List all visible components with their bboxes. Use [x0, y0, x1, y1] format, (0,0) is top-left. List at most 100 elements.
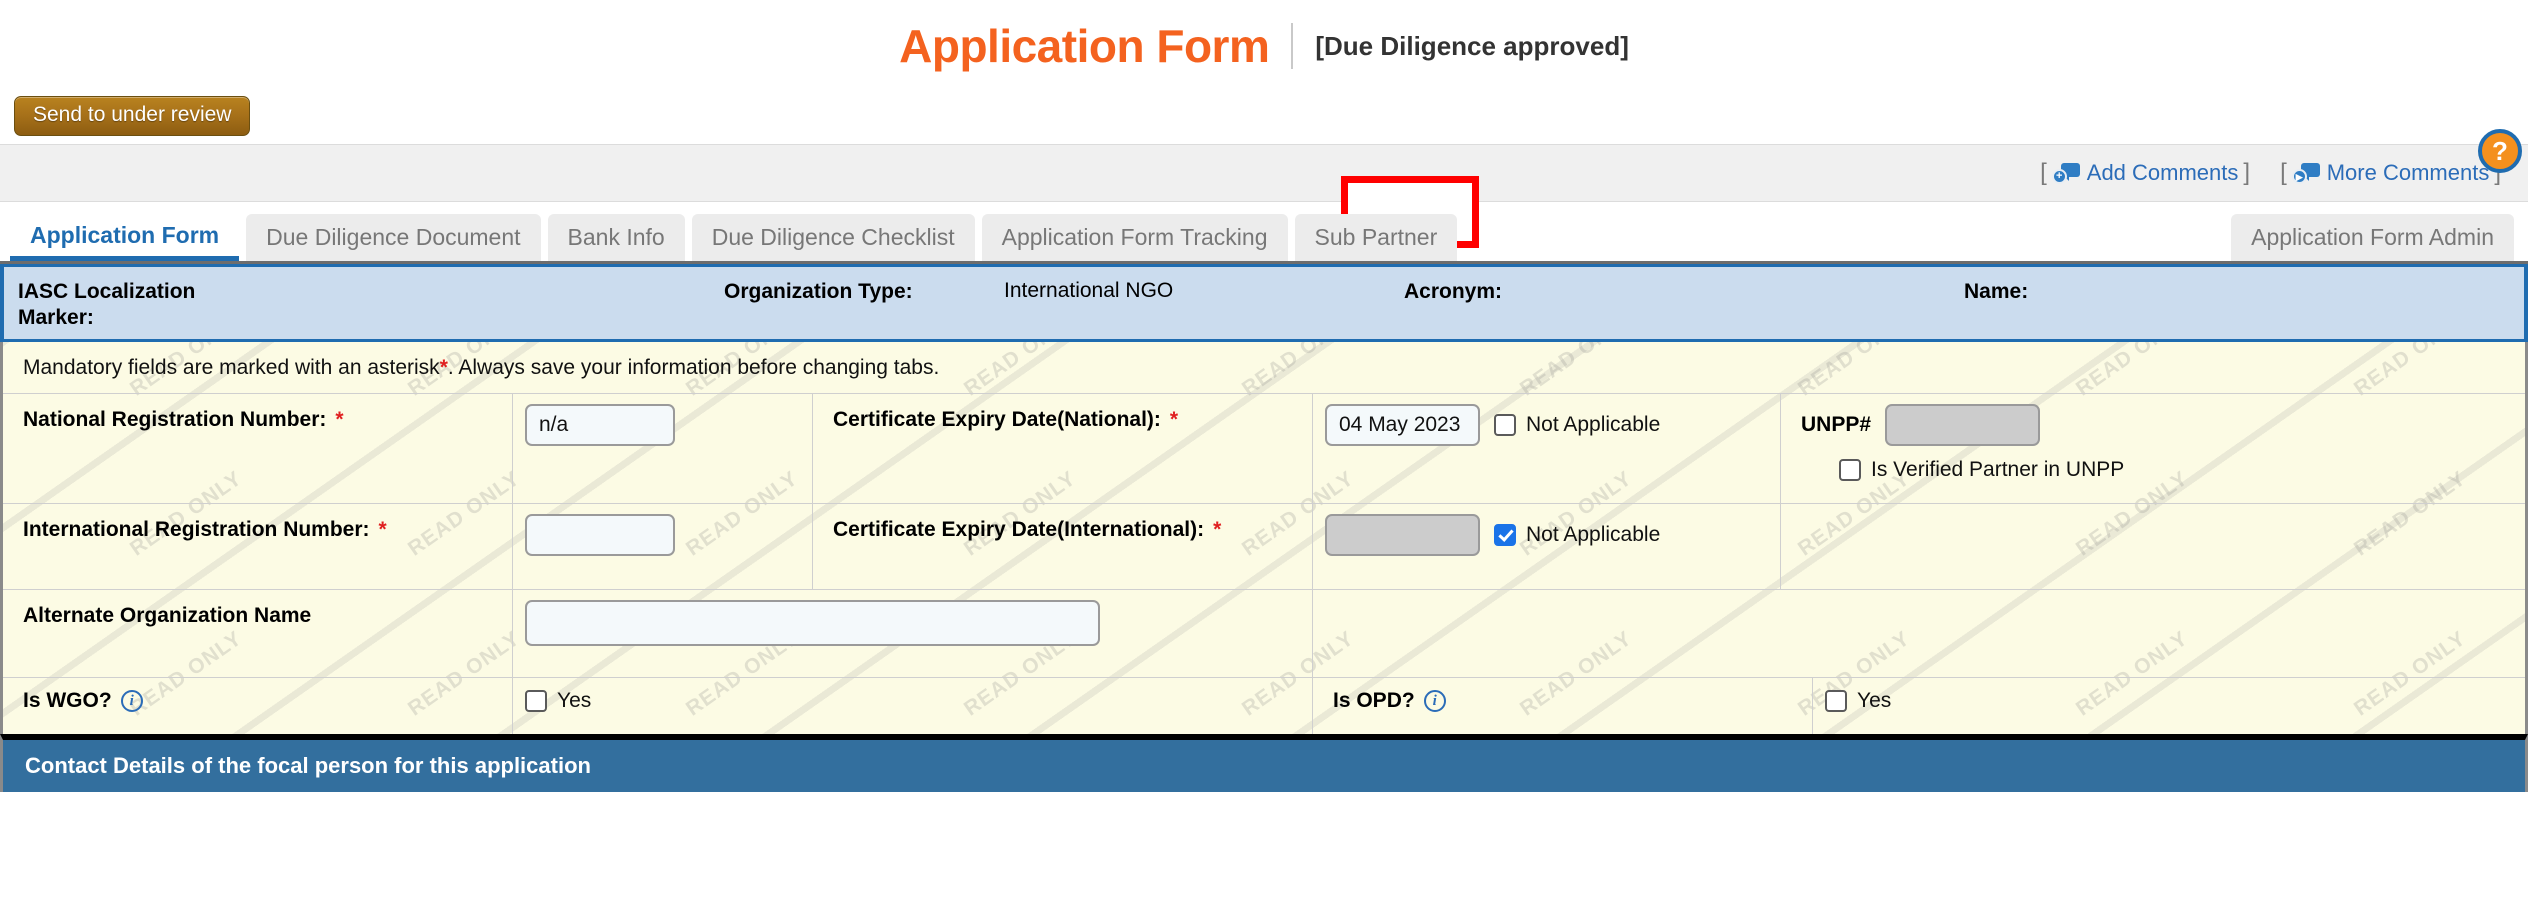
note-suffix: . Always save your information before ch… [447, 355, 940, 379]
alternate-org-name-label-cell: Alternate Organization Name [3, 590, 513, 677]
is-wgo-label: Is WGO? i [23, 689, 143, 713]
more-comments-link[interactable]: ▶ More Comments [2291, 160, 2490, 186]
unpp-number-input[interactable] [1885, 404, 2041, 446]
bracket-close: ] [2243, 159, 2251, 186]
tab-bar: Application Form Due Diligence Document … [0, 176, 2528, 264]
iasc-localization-marker-cell: IASC Localization Marker: [4, 279, 724, 332]
bracket-open-2: [ [2280, 159, 2287, 186]
cert-expiry-international-not-applicable-checkbox[interactable]: Not Applicable [1494, 514, 1660, 547]
add-comments-group: [ + Add Comments ] [2035, 159, 2255, 187]
contact-details-section-header: Contact Details of the focal person for … [0, 734, 2528, 792]
is-opd-label-cell: Is OPD? i [1313, 678, 1813, 734]
tab-bank-info[interactable]: Bank Info [547, 213, 685, 261]
tab-application-form[interactable]: Application Form [10, 212, 240, 261]
cert-expiry-international-not-applicable-box[interactable] [1494, 524, 1516, 546]
form-row-international-registration: International Registration Number: * Cert… [3, 504, 2525, 590]
note-asterisk: * [439, 355, 448, 379]
is-wgo-info-icon[interactable]: i [120, 690, 143, 712]
is-wgo-text: Is WGO? [23, 689, 112, 712]
certificate-expiry-national-input[interactable] [1325, 404, 1480, 446]
add-comment-icon: + [2051, 162, 2080, 184]
national-registration-number-input[interactable] [525, 404, 675, 446]
add-comment-badge-glyph: + [2051, 169, 2067, 184]
cert-expiry-international-not-applicable-label: Not Applicable [1526, 523, 1661, 546]
form-row-alternate-org-name: Alternate Organization Name [3, 590, 2525, 678]
certificate-expiry-national-required-asterisk: * [1169, 408, 1179, 431]
iasc-localization-marker-label: IASC Localization Marker: [18, 280, 196, 330]
is-verified-partner-unpp-checkbox[interactable]: Is Verified Partner in UNPP [1839, 458, 2124, 482]
certificate-expiry-international-text: Certificate Expiry Date(International): [833, 518, 1205, 541]
mandatory-fields-note: Mandatory fields are marked with an aste… [3, 342, 2525, 394]
tab-due-diligence-checklist[interactable]: Due Diligence Checklist [691, 213, 975, 261]
cert-expiry-national-value-cell: Not Applicable [1313, 394, 1781, 503]
certificate-expiry-international-label: Certificate Expiry Date(International): * [833, 518, 1221, 542]
international-registration-number-input[interactable] [525, 514, 675, 556]
page-title-bar: Application Form [Due Diligence approved… [0, 0, 2528, 92]
form-row-wgo-opd: Is WGO? i Yes Is OPD? i Yes [3, 678, 2525, 734]
bracket-open: [ [2040, 159, 2047, 186]
national-registration-number-text: National Registration Number: [23, 408, 327, 431]
is-opd-info-icon[interactable]: i [1423, 690, 1446, 712]
cert-expiry-international-value-cell: Not Applicable [1313, 504, 1781, 589]
help-icon[interactable]: ? [2478, 129, 2522, 173]
cert-expiry-national-not-applicable-checkbox[interactable]: Not Applicable [1494, 404, 1660, 437]
is-opd-value-cell: Yes [1813, 678, 2525, 734]
more-comment-badge-glyph: ▶ [2291, 169, 2307, 184]
certificate-expiry-international-required-asterisk: * [1213, 518, 1222, 541]
acronym-label: Acronym: [1404, 280, 1503, 303]
certificate-expiry-national-label: Certificate Expiry Date(National): * [833, 408, 1178, 432]
is-opd-text: Is OPD? [1333, 689, 1415, 712]
organization-type-label: Organization Type: [724, 280, 913, 303]
acronym-cell: Acronym: [1404, 279, 1964, 305]
certificate-expiry-international-input[interactable] [1325, 514, 1480, 556]
send-to-under-review-button[interactable]: Send to under review [14, 96, 251, 137]
is-wgo-yes-label: Yes [557, 689, 592, 712]
cert-expiry-international-label-cell: Certificate Expiry Date(International): * [813, 504, 1313, 589]
form-row-national-registration: National Registration Number: * Certifica… [3, 394, 2525, 504]
more-comments-label: More Comments [2326, 160, 2490, 185]
international-registration-label-cell: International Registration Number: * [3, 504, 513, 589]
national-registration-label-cell: National Registration Number: * [3, 394, 513, 503]
more-comments-group: [ ▶ More Comments ] [2275, 159, 2506, 187]
alternate-org-name-value-cell [513, 590, 1313, 677]
alternate-organization-name-label: Alternate Organization Name [23, 604, 312, 627]
national-registration-number-label: National Registration Number: * [23, 408, 344, 432]
international-registration-required-asterisk: * [378, 518, 387, 541]
action-toolbar: Send to under review [0, 92, 2528, 144]
cert-expiry-national-not-applicable-box[interactable] [1494, 414, 1516, 436]
alternate-organization-name-input[interactable] [525, 600, 1100, 646]
add-comments-label: Add Comments [2086, 160, 2239, 185]
international-registration-number-text: International Registration Number: [23, 518, 370, 541]
is-wgo-yes-checkbox[interactable]: Yes [525, 689, 591, 713]
note-prefix: Mandatory fields are marked with an aste… [23, 355, 440, 379]
organization-summary-band: IASC Localization Marker: Organization T… [0, 264, 2528, 342]
more-comment-icon: ▶ [2291, 162, 2320, 184]
is-opd-label: Is OPD? i [1333, 689, 1446, 713]
national-registration-value-cell [513, 394, 813, 503]
cert-expiry-national-label-cell: Certificate Expiry Date(National): * [813, 394, 1313, 503]
status-badge: [Due Diligence approved] [1315, 30, 1629, 61]
is-opd-yes-label: Yes [1857, 689, 1892, 712]
is-opd-yes-checkbox[interactable]: Yes [1825, 689, 1891, 713]
tab-application-form-tracking[interactable]: Application Form Tracking [981, 213, 1288, 261]
certificate-expiry-national-text: Certificate Expiry Date(National): [833, 408, 1161, 431]
tab-application-form-admin[interactable]: Application Form Admin [2231, 213, 2514, 261]
tab-sub-partner[interactable]: Sub Partner [1294, 213, 1458, 261]
add-comments-link[interactable]: + Add Comments [2051, 160, 2239, 186]
cert-expiry-national-not-applicable-label: Not Applicable [1526, 413, 1661, 436]
is-wgo-yes-box[interactable] [525, 690, 547, 712]
is-wgo-value-cell: Yes [513, 678, 1313, 734]
unpp-cell: UNPP# Is Verified Partner in UNPP [1781, 394, 2525, 503]
is-wgo-label-cell: Is WGO? i [3, 678, 513, 734]
organization-type-value: International NGO [1004, 279, 1174, 302]
national-registration-required-asterisk: * [335, 408, 344, 431]
organization-type-cell: Organization Type: International NGO [724, 279, 1404, 305]
name-label: Name: [1964, 280, 2029, 303]
alternate-org-row-empty-cell [1313, 590, 2525, 677]
name-cell: Name: [1964, 279, 2028, 305]
international-registration-value-cell [513, 504, 813, 589]
is-verified-partner-unpp-box[interactable] [1839, 459, 1861, 481]
comments-bar: [ + Add Comments ] [ ▶ More Comments ] ? [0, 129, 2528, 202]
is-opd-yes-box[interactable] [1825, 690, 1847, 712]
tab-due-diligence-document[interactable]: Due Diligence Document [246, 213, 541, 261]
